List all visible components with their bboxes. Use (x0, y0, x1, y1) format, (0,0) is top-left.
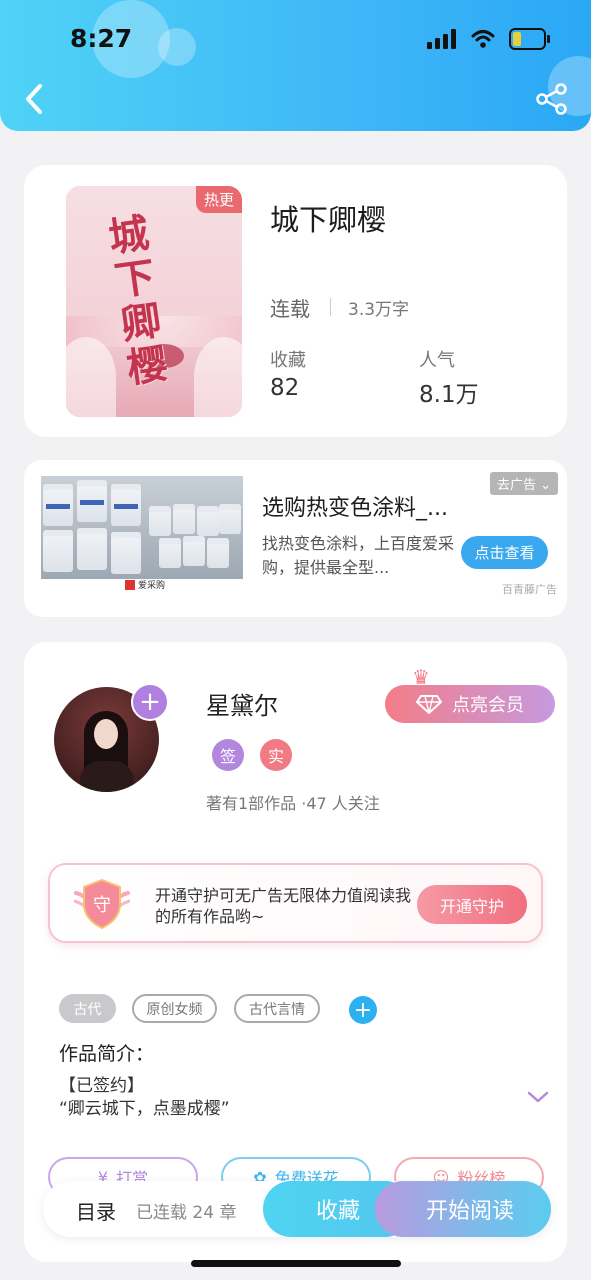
ad-logo-text: 爱采购 (138, 581, 166, 591)
wifi-icon (471, 30, 495, 48)
favorites-label: 收藏 (270, 350, 306, 371)
ad-bucket-label (114, 504, 138, 509)
decor-bubble (158, 28, 196, 66)
share-icon[interactable] (535, 83, 569, 115)
ad-bucket (219, 504, 241, 534)
genre-tag[interactable]: 古代言情 (234, 994, 320, 1023)
diamond-icon (416, 695, 442, 714)
intro-body: 【已签约】 “卿云城下，点墨成樱” (59, 1075, 230, 1121)
top-header: 8:27 (0, 0, 591, 131)
battery-icon (509, 28, 550, 50)
vip-button-label: 点亮会员 (452, 695, 524, 716)
ad-bucket (183, 536, 205, 566)
ad-bucket (111, 532, 141, 574)
cover-tree (194, 337, 242, 417)
author-card: + 星黛尔 ♛ 点亮会员 签 实 著有1部作品 ·47 人关注 守 开通守护可无… (24, 642, 567, 1262)
vip-button[interactable]: 点亮会员 (385, 685, 555, 723)
avatar-face (94, 719, 118, 749)
popularity-value: 8.1万 (419, 382, 479, 408)
genre-tag[interactable]: 原创女频 (132, 994, 217, 1023)
ad-image-logo: 爱采购 (125, 578, 165, 591)
guard-banner[interactable]: 守 开通守护可无广告无限体力值阅读我的所有作品哟~ 开通守护 (48, 863, 543, 943)
ad-bucket-label (46, 504, 70, 509)
bottom-action-bar: 目录 已连载 24 章 收藏 开始阅读 (43, 1181, 551, 1237)
ad-card[interactable]: 爱采购 选购热变色涂料_... 找热变色涂料，上百度爱采购，提供最全型... 去… (24, 460, 567, 617)
author-name: 星黛尔 (206, 692, 278, 720)
guard-button[interactable]: 开通守护 (417, 885, 527, 924)
home-indicator (191, 1260, 401, 1267)
ad-logo-mark (125, 579, 135, 590)
ad-bucket (77, 528, 107, 570)
chapter-count: 已连载 24 章 (136, 1203, 237, 1223)
ad-bucket (159, 538, 181, 568)
book-status: 连载 (270, 297, 310, 321)
guard-shield-icon: 守 (74, 878, 130, 930)
guard-shield-label: 守 (93, 895, 111, 916)
word-count: 3.3万字 (348, 300, 410, 320)
status-time: 8:27 (70, 24, 133, 53)
status-divider (330, 298, 331, 316)
ad-bucket (149, 506, 171, 536)
author-meta: 著有1部作品 ·47 人关注 (206, 794, 380, 813)
ad-title[interactable]: 选购热变色涂料_... (262, 490, 448, 522)
remove-ad-button[interactable]: 去广告 ⌄ (489, 472, 558, 495)
ad-bucket (207, 538, 229, 568)
follow-plus-button[interactable]: + (131, 683, 169, 721)
ad-bucket (197, 506, 219, 536)
ad-bucket-label (80, 500, 104, 505)
intro-line: “卿云城下，点墨成樱” (59, 1099, 230, 1119)
favorites-value: 82 (270, 375, 300, 401)
genre-tag[interactable]: 古代 (59, 994, 116, 1023)
back-icon[interactable] (20, 82, 50, 116)
guard-text: 开通守护可无广告无限体力值阅读我的所有作品哟~ (155, 886, 412, 926)
ad-bucket (173, 504, 195, 534)
ad-image[interactable] (41, 476, 243, 579)
ad-cta-button[interactable]: 点击查看 (461, 536, 548, 569)
signed-tag: 签 (212, 739, 244, 771)
remove-ad-label: 去广告 (496, 478, 536, 493)
intro-title: 作品简介： (59, 1043, 155, 1065)
status-icons (427, 28, 551, 50)
ad-bucket (43, 530, 73, 572)
start-reading-button[interactable]: 开始阅读 (375, 1181, 551, 1237)
book-title: 城下卿樱 (270, 203, 387, 237)
verified-tag: 实 (260, 739, 292, 771)
hot-badge: 热更 (195, 186, 242, 213)
book-cover[interactable]: 城下卿樱 热更 (66, 186, 242, 417)
chevron-down-icon[interactable] (527, 1090, 549, 1104)
chevron-down-icon: ⌄ (540, 478, 551, 493)
toc-button[interactable]: 目录 (76, 1196, 116, 1225)
signal-icon (427, 29, 456, 49)
ad-description: 找热变色涂料，上百度爱采购，提供最全型... (262, 534, 455, 577)
book-info-card: 城下卿樱 热更 城下卿樱 连载 3.3万字 收藏 82 人气 8.1万 (24, 165, 567, 437)
ad-source: 百青藤广告 (502, 583, 557, 596)
avatar-body (80, 761, 134, 792)
add-tag-button[interactable]: + (349, 996, 377, 1024)
popularity-label: 人气 (419, 350, 455, 371)
intro-line: 【已签约】 (59, 1076, 144, 1096)
